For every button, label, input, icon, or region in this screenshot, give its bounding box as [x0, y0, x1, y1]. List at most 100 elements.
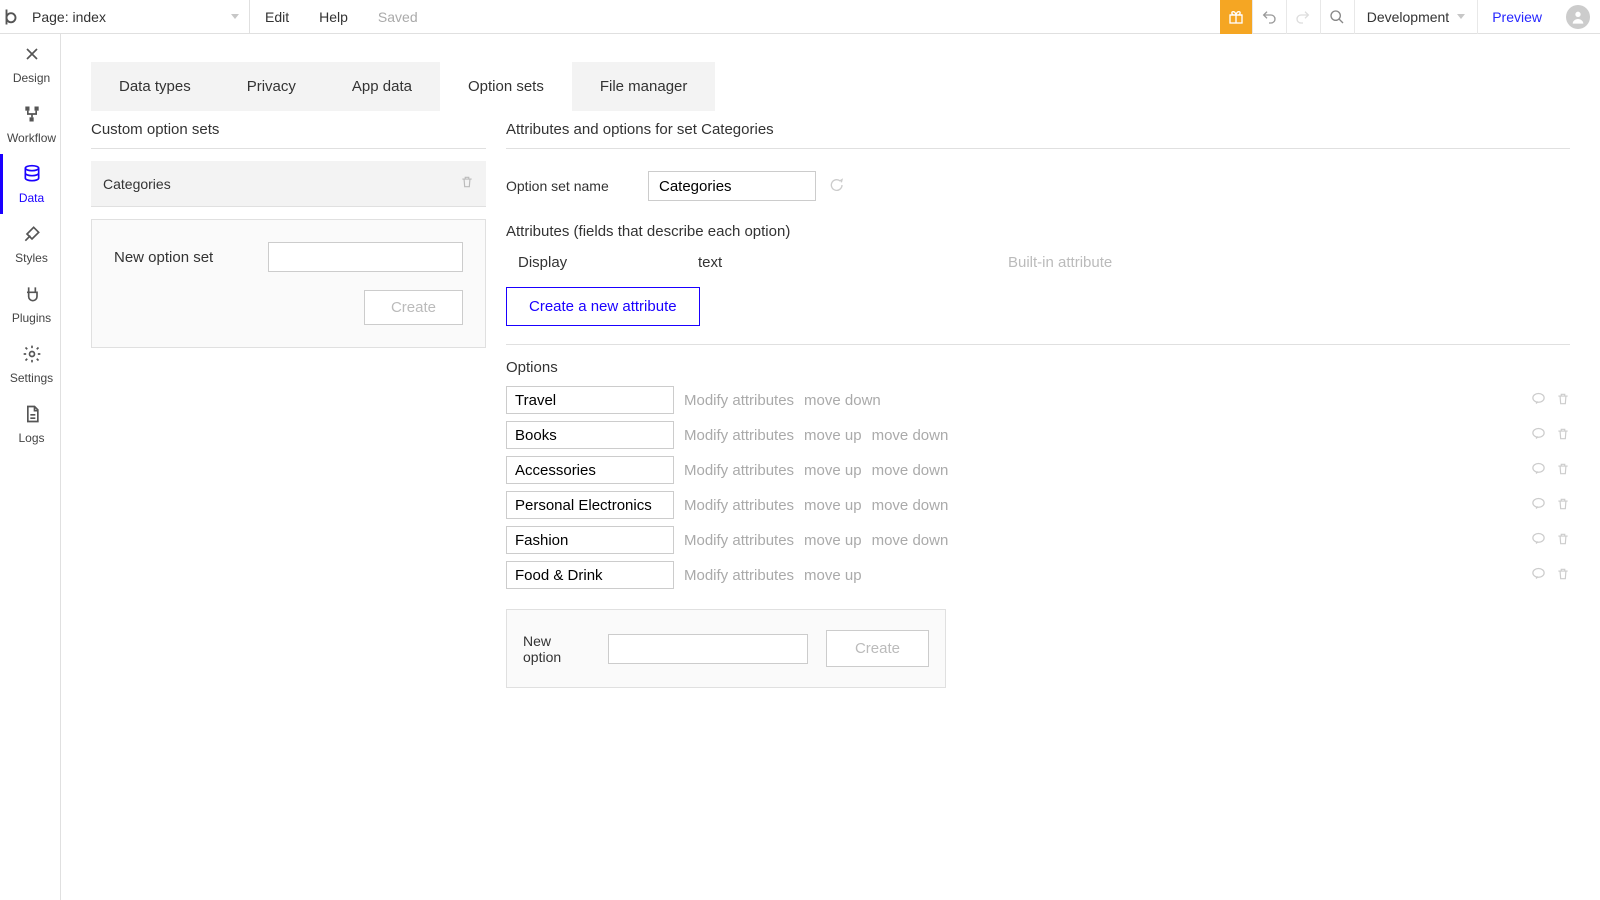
comment-icon[interactable] [1531, 426, 1546, 444]
new-option-input[interactable] [608, 634, 808, 664]
undo-icon [1261, 9, 1277, 25]
preview-link[interactable]: Preview [1477, 0, 1556, 34]
option-name-input[interactable] [506, 421, 674, 449]
comment-icon[interactable] [1531, 461, 1546, 479]
options-heading: Options [506, 359, 1570, 376]
trash-icon[interactable] [1556, 462, 1570, 479]
redo-icon [1295, 9, 1311, 25]
trash-icon[interactable] [1556, 497, 1570, 514]
option-name-input[interactable] [506, 526, 674, 554]
page-selector[interactable]: Page: index [22, 0, 250, 34]
rail-label: Logs [18, 431, 44, 445]
move-up-link[interactable]: move up [804, 462, 862, 479]
option-name-input[interactable] [506, 491, 674, 519]
data-icon [22, 164, 42, 187]
rail-item-data[interactable]: Data [0, 154, 60, 214]
tabs: Data types Privacy App data Option sets … [91, 62, 1570, 111]
comment-icon[interactable] [1531, 391, 1546, 409]
new-option-label: New option [523, 633, 590, 665]
chevron-down-icon [1457, 14, 1465, 19]
rail-item-logs[interactable]: Logs [0, 394, 60, 454]
tab-option-sets[interactable]: Option sets [440, 62, 572, 111]
comment-icon[interactable] [828, 177, 844, 196]
new-option-set-label: New option set [114, 249, 250, 266]
environment-selector[interactable]: Development [1354, 0, 1478, 34]
tab-app-data[interactable]: App data [324, 62, 440, 111]
redo-button[interactable] [1286, 0, 1320, 34]
modify-attributes-link[interactable]: Modify attributes [684, 532, 794, 549]
option-row: Modify attributes move up move down [506, 491, 1570, 519]
modify-attributes-link[interactable]: Modify attributes [684, 462, 794, 479]
gift-button[interactable] [1220, 0, 1252, 34]
custom-sets-heading: Custom option sets [91, 111, 486, 149]
move-up-link[interactable]: move up [804, 567, 862, 584]
comment-icon[interactable] [1531, 566, 1546, 584]
move-down-link[interactable]: move down [872, 427, 949, 444]
trash-icon[interactable] [1556, 532, 1570, 549]
top-bar: Page: index Edit Help Saved Development … [0, 0, 1600, 34]
move-down-link[interactable]: move down [872, 532, 949, 549]
modify-attributes-link[interactable]: Modify attributes [684, 567, 794, 584]
modify-attributes-link[interactable]: Modify attributes [684, 427, 794, 444]
option-name-input[interactable] [506, 386, 674, 414]
rail-label: Design [13, 71, 50, 85]
rail-item-design[interactable]: Design [0, 34, 60, 94]
content-area: Data types Privacy App data Option sets … [61, 34, 1600, 900]
rail-item-settings[interactable]: Settings [0, 334, 60, 394]
logo-icon [2, 8, 20, 26]
move-up-link[interactable]: move up [804, 427, 862, 444]
trash-icon[interactable] [1556, 392, 1570, 409]
move-up-link[interactable]: move up [804, 497, 862, 514]
option-row: Modify attributes move up move down [506, 421, 1570, 449]
option-set-name-label: Option set name [506, 178, 636, 194]
rail-label: Plugins [12, 311, 51, 325]
option-set-name-input[interactable] [648, 171, 816, 201]
rail-label: Data [19, 191, 44, 205]
option-name-input[interactable] [506, 561, 674, 589]
new-option-set-input[interactable] [268, 242, 463, 272]
tab-file-manager[interactable]: File manager [572, 62, 716, 111]
move-down-link[interactable]: move down [872, 497, 949, 514]
undo-button[interactable] [1252, 0, 1286, 34]
rail-label: Settings [10, 371, 53, 385]
avatar[interactable] [1566, 5, 1590, 29]
comment-icon[interactable] [1531, 531, 1546, 549]
create-option-button[interactable]: Create [826, 630, 929, 667]
workflow-icon [22, 104, 42, 127]
modify-attributes-link[interactable]: Modify attributes [684, 497, 794, 514]
trash-icon[interactable] [460, 175, 474, 192]
option-row: Modify attributes move up [506, 561, 1570, 589]
move-down-link[interactable]: move down [804, 392, 881, 409]
rail-item-workflow[interactable]: Workflow [0, 94, 60, 154]
saved-status: Saved [363, 0, 433, 34]
modify-attributes-link[interactable]: Modify attributes [684, 392, 794, 409]
chevron-down-icon [231, 14, 239, 19]
create-option-set-button[interactable]: Create [364, 290, 463, 325]
attribute-type: text [698, 254, 898, 271]
tab-data-types[interactable]: Data types [91, 62, 219, 111]
new-option-set-panel: New option set Create [91, 219, 486, 348]
create-attribute-button[interactable]: Create a new attribute [506, 287, 700, 326]
logs-icon [22, 404, 42, 427]
option-row: Modify attributes move up move down [506, 456, 1570, 484]
menu-edit[interactable]: Edit [250, 0, 304, 34]
search-button[interactable] [1320, 0, 1354, 34]
attribute-name: Display [518, 254, 698, 271]
move-up-link[interactable]: move up [804, 532, 862, 549]
environment-label: Development [1367, 9, 1450, 25]
trash-icon[interactable] [1556, 427, 1570, 444]
trash-icon[interactable] [1556, 567, 1570, 584]
right-panel-heading: Attributes and options for set Categorie… [506, 111, 1570, 149]
rail-item-plugins[interactable]: Plugins [0, 274, 60, 334]
option-name-input[interactable] [506, 456, 674, 484]
attributes-heading: Attributes (fields that describe each op… [506, 223, 1570, 240]
design-icon [22, 44, 42, 67]
menu-help[interactable]: Help [304, 0, 363, 34]
comment-icon[interactable] [1531, 496, 1546, 514]
styles-icon [22, 224, 42, 247]
option-set-row[interactable]: Categories [91, 161, 486, 207]
rail-item-styles[interactable]: Styles [0, 214, 60, 274]
tab-privacy[interactable]: Privacy [219, 62, 324, 111]
gift-icon [1228, 9, 1244, 25]
move-down-link[interactable]: move down [872, 462, 949, 479]
